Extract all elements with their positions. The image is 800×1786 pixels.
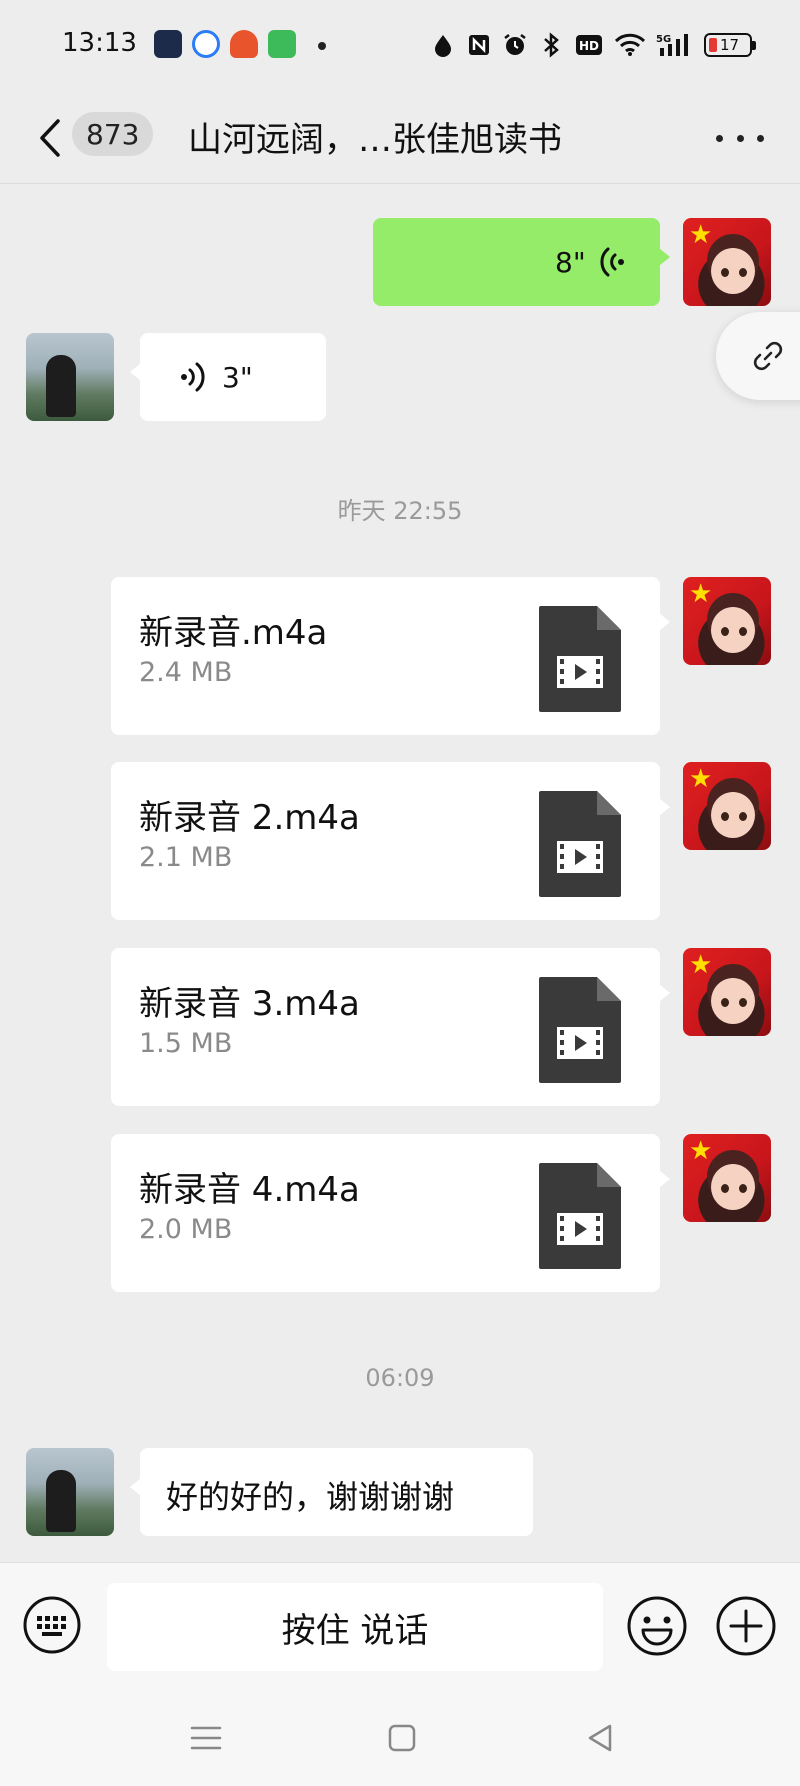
timestamp: 昨天 22:55	[337, 497, 463, 525]
notification-app-icon-4	[268, 30, 296, 58]
self-avatar[interactable]: ★	[683, 218, 771, 306]
status-bar: 13:13 HD 5G 17	[0, 0, 800, 92]
back-button[interactable]	[30, 112, 70, 164]
avatar-eye	[739, 998, 747, 1007]
notification-app-icon-1	[154, 30, 182, 58]
avatar-eye	[721, 627, 729, 636]
self-avatar[interactable]: ★	[683, 577, 771, 665]
emoji-icon[interactable]	[626, 1595, 688, 1657]
status-icons: HD 5G 17	[430, 28, 756, 62]
file-message[interactable]: 新录音.m4a 2.4 MB	[111, 577, 670, 735]
file-name: 新录音 2.m4a	[139, 798, 360, 838]
avatar-eye	[739, 627, 747, 636]
message-text: 好的好的，谢谢谢谢	[166, 1478, 455, 1516]
notification-app-icon-3	[230, 30, 258, 58]
video-file-icon	[539, 606, 621, 712]
star-icon: ★	[689, 764, 713, 794]
more-dot	[736, 134, 744, 142]
video-file-icon	[539, 1163, 621, 1269]
file-name: 新录音 3.m4a	[139, 984, 360, 1024]
file-size: 2.0 MB	[139, 1214, 233, 1245]
more-notifications-dot	[318, 42, 326, 50]
star-icon: ★	[689, 1136, 713, 1166]
self-avatar[interactable]: ★	[683, 1134, 771, 1222]
drop-icon	[430, 32, 456, 58]
avatar-person	[46, 1470, 76, 1532]
cellular-signal-icon: 5G	[656, 32, 694, 58]
hold-to-talk-button[interactable]: 按住 说话	[107, 1583, 603, 1671]
file-name: 新录音 4.m4a	[139, 1170, 360, 1210]
voice-wave-icon	[600, 247, 624, 277]
more-options-button[interactable]	[716, 118, 764, 158]
file-message[interactable]: 新录音 2.m4a 2.1 MB	[111, 762, 670, 920]
contact-avatar[interactable]	[26, 333, 114, 421]
link-float-button[interactable]	[716, 312, 800, 400]
avatar-eye	[721, 268, 729, 277]
battery-icon: 17	[704, 33, 756, 57]
voice-duration: 8"	[555, 246, 586, 279]
link-icon	[753, 341, 783, 371]
chat-header: 873 山河远阔，…张佳旭读书	[0, 92, 800, 184]
avatar-person	[46, 355, 76, 417]
avatar-face	[711, 607, 755, 653]
input-bar: 按住 说话	[0, 1562, 800, 1690]
alarm-icon	[502, 32, 528, 58]
plus-icon[interactable]	[715, 1595, 777, 1657]
file-message[interactable]: 新录音 3.m4a 1.5 MB	[111, 948, 670, 1106]
system-nav-bar	[0, 1690, 800, 1786]
menu-icon[interactable]	[186, 1718, 226, 1758]
back-nav-icon[interactable]	[580, 1718, 620, 1758]
avatar-face	[711, 978, 755, 1024]
avatar-eye	[739, 1184, 747, 1193]
video-file-icon	[539, 791, 621, 897]
file-size: 2.4 MB	[139, 657, 233, 688]
avatar-face	[711, 1164, 755, 1210]
file-name: 新录音.m4a	[139, 613, 328, 653]
voice-duration: 3"	[222, 361, 253, 394]
file-size: 2.1 MB	[139, 842, 233, 873]
avatar-face	[711, 792, 755, 838]
chat-title: 山河远阔，…张佳旭读书	[188, 120, 562, 160]
battery-level-fill	[709, 38, 717, 52]
hd-icon: HD	[574, 32, 604, 58]
svg-text:HD: HD	[579, 39, 599, 53]
avatar-eye	[739, 268, 747, 277]
star-icon: ★	[689, 579, 713, 609]
svg-text:5G: 5G	[656, 34, 671, 45]
battery-level-text: 17	[720, 36, 740, 54]
file-size: 1.5 MB	[139, 1028, 233, 1059]
bluetooth-icon	[538, 32, 564, 58]
nfc-icon	[466, 32, 492, 58]
text-message-received[interactable]: 好的好的，谢谢谢谢	[130, 1448, 533, 1536]
avatar-eye	[721, 812, 729, 821]
avatar-face	[711, 248, 755, 294]
self-avatar[interactable]: ★	[683, 948, 771, 1036]
avatar-eye	[721, 998, 729, 1007]
self-avatar[interactable]: ★	[683, 762, 771, 850]
status-time: 13:13	[62, 28, 137, 58]
more-dot	[757, 134, 764, 142]
more-dot	[716, 134, 723, 142]
video-file-icon	[539, 977, 621, 1083]
notification-app-icon-2	[192, 30, 220, 58]
timestamp: 06:09	[365, 1364, 435, 1392]
avatar-eye	[739, 812, 747, 821]
chevron-left-icon	[40, 119, 60, 157]
home-icon[interactable]	[382, 1718, 422, 1758]
keyboard-toggle-icon[interactable]	[22, 1595, 82, 1655]
unread-count-badge[interactable]: 873	[72, 112, 154, 156]
wifi-icon	[614, 32, 646, 58]
avatar-eye	[721, 1184, 729, 1193]
star-icon: ★	[689, 220, 713, 250]
voice-message-sent[interactable]: 8"	[373, 218, 670, 306]
star-icon: ★	[689, 950, 713, 980]
file-message[interactable]: 新录音 4.m4a 2.0 MB	[111, 1134, 670, 1292]
voice-message-received[interactable]: 3"	[130, 333, 326, 421]
contact-avatar[interactable]	[26, 1448, 114, 1536]
voice-wave-icon	[181, 362, 205, 392]
